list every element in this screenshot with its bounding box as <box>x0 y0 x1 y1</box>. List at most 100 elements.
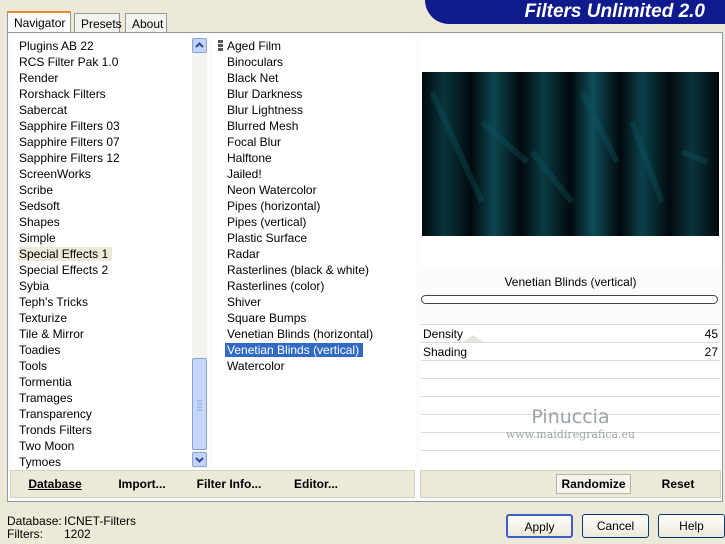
filter-item[interactable]: Neon Watercolor <box>225 182 321 198</box>
filter-info-button[interactable]: Filter Info... <box>190 474 268 494</box>
filter-item-label: Venetian Blinds (horizontal) <box>227 327 374 341</box>
filter-item[interactable]: Rasterlines (black & white) <box>225 262 373 278</box>
filter-item-label: Venetian Blinds (vertical) <box>225 343 364 357</box>
preview-image <box>422 72 719 236</box>
category-item-label: Simple <box>19 231 56 245</box>
filter-item[interactable]: Venetian Blinds (horizontal) <box>225 326 377 342</box>
filter-item[interactable]: Blurred Mesh <box>225 118 302 134</box>
apply-button-label: Apply <box>524 520 555 534</box>
category-item[interactable]: Transparency <box>18 406 96 422</box>
category-item[interactable]: Teph's Tricks <box>18 294 92 310</box>
category-item[interactable]: Tormentia <box>18 374 76 390</box>
param-row[interactable]: Density 45 <box>421 324 720 343</box>
category-item[interactable]: Texturize <box>18 310 71 326</box>
tab-navigator[interactable]: Navigator <box>7 11 71 33</box>
filter-item[interactable]: Halftone <box>225 150 276 166</box>
category-item[interactable]: Sabercat <box>18 102 71 118</box>
category-item[interactable]: Tools <box>18 358 51 374</box>
param-value[interactable]: 27 <box>705 345 718 359</box>
editor-button[interactable]: Editor... <box>284 474 348 494</box>
randomize-button[interactable]: Randomize <box>556 474 631 494</box>
category-item[interactable]: Render <box>18 70 62 86</box>
category-item[interactable]: Tramages <box>18 390 77 406</box>
category-item[interactable]: Tronds Filters <box>18 422 96 438</box>
reset-button[interactable]: Reset <box>648 474 708 494</box>
cancel-button[interactable]: Cancel <box>582 514 649 538</box>
category-item[interactable]: Sapphire Filters 07 <box>18 134 124 150</box>
category-item-label: Tymoes <box>19 455 62 469</box>
category-item[interactable]: ScreenWorks <box>18 166 95 182</box>
category-item-label: Sedsoft <box>19 199 60 213</box>
category-item[interactable]: Sybia <box>18 278 53 294</box>
filter-item[interactable]: Shiver <box>225 294 265 310</box>
tab-presets[interactable]: Presets <box>74 13 122 33</box>
category-item[interactable]: Scribe <box>18 182 57 198</box>
category-item-label: ScreenWorks <box>19 167 91 181</box>
database-status-label: Database: <box>7 514 62 528</box>
help-button[interactable]: Help <box>658 514 725 538</box>
filter-item-label: Square Bumps <box>227 311 307 325</box>
filter-item[interactable]: Plastic Surface <box>225 230 311 246</box>
category-item[interactable]: Rorshack Filters <box>18 86 110 102</box>
database-button[interactable]: Database <box>20 474 90 494</box>
param-value[interactable]: 45 <box>705 327 718 341</box>
filter-item-label: Neon Watercolor <box>227 183 317 197</box>
filter-item[interactable]: Black Net <box>225 70 282 86</box>
scroll-down-button[interactable] <box>192 452 207 467</box>
filter-item[interactable]: Jailed! <box>225 166 266 182</box>
category-item[interactable]: Sapphire Filters 12 <box>18 150 124 166</box>
parameter-area: Density 45 Shading 27 Pinuccia www.maidi… <box>421 324 720 470</box>
param-row[interactable]: Shading 27 <box>421 342 720 359</box>
category-item[interactable]: Tymoes <box>18 454 65 470</box>
filter-item[interactable]: Square Bumps <box>225 310 310 326</box>
category-item[interactable]: Shapes <box>18 214 64 230</box>
category-item[interactable]: Toadies <box>18 342 64 358</box>
category-item[interactable]: Special Effects 2 <box>18 262 112 278</box>
chevron-down-icon <box>195 457 204 463</box>
category-item[interactable]: Tile & Mirror <box>18 326 88 342</box>
filter-item[interactable]: Venetian Blinds (vertical) <box>225 342 364 358</box>
database-status-value: ICNET-Filters <box>64 514 136 528</box>
category-item-label: Sapphire Filters 07 <box>19 135 120 149</box>
category-item[interactable]: Plugins AB 22 <box>18 38 98 54</box>
category-item[interactable]: Special Effects 1 <box>18 246 113 262</box>
scroll-thumb[interactable] <box>192 358 207 450</box>
blind-stripe <box>422 72 472 236</box>
filter-item-label: Focal Blur <box>227 135 282 149</box>
filter-item[interactable]: Binoculars <box>225 54 287 70</box>
category-item-label: Toadies <box>19 343 61 357</box>
filter-item[interactable]: Pipes (vertical) <box>225 214 310 230</box>
filter-item[interactable]: Pipes (horizontal) <box>225 198 324 214</box>
category-item-label: Teph's Tricks <box>19 295 88 309</box>
category-list[interactable]: Plugins AB 22 RCS Filter Pak 1.0 Render Ror… <box>12 36 208 470</box>
filter-item[interactable]: Blur Darkness <box>225 86 306 102</box>
scroll-up-button[interactable] <box>192 38 207 53</box>
filter-item[interactable]: Radar <box>225 246 264 262</box>
filter-name-label: Venetian Blinds (vertical) <box>504 275 637 289</box>
category-item[interactable]: Sedsoft <box>18 198 64 214</box>
category-item[interactable]: Sapphire Filters 03 <box>18 118 124 134</box>
category-item-label: Special Effects 2 <box>19 263 109 277</box>
category-item-label: Rorshack Filters <box>19 87 106 101</box>
import-button[interactable]: Import... <box>110 474 174 494</box>
category-scrollbar[interactable] <box>192 38 207 468</box>
filter-list[interactable]: Aged Film Binoculars Black Net Blur Darknes… <box>214 36 415 468</box>
preview-canvas <box>422 72 719 236</box>
category-item-label: Tramages <box>19 391 73 405</box>
category-item[interactable]: Two Moon <box>18 438 78 454</box>
filter-item[interactable]: Aged Film <box>225 38 285 54</box>
filter-item-label: Blur Darkness <box>227 87 303 101</box>
filter-item[interactable]: Focal Blur <box>225 134 285 150</box>
apply-button[interactable]: Apply <box>506 514 573 538</box>
filter-item[interactable]: Rasterlines (color) <box>225 278 328 294</box>
filter-item[interactable]: Watercolor <box>225 358 289 374</box>
import-button-label: Import... <box>118 477 166 491</box>
param-row-empty <box>421 360 720 377</box>
category-item[interactable]: RCS Filter Pak 1.0 <box>18 54 122 70</box>
category-item[interactable]: Simple <box>18 230 60 246</box>
tab-about[interactable]: About <box>125 13 167 33</box>
filter-item-label: Shiver <box>227 295 262 309</box>
category-item-label: Sapphire Filters 03 <box>19 119 120 133</box>
filter-item[interactable]: Blur Lightness <box>225 102 307 118</box>
tab-presets-label: Presets <box>81 17 122 31</box>
